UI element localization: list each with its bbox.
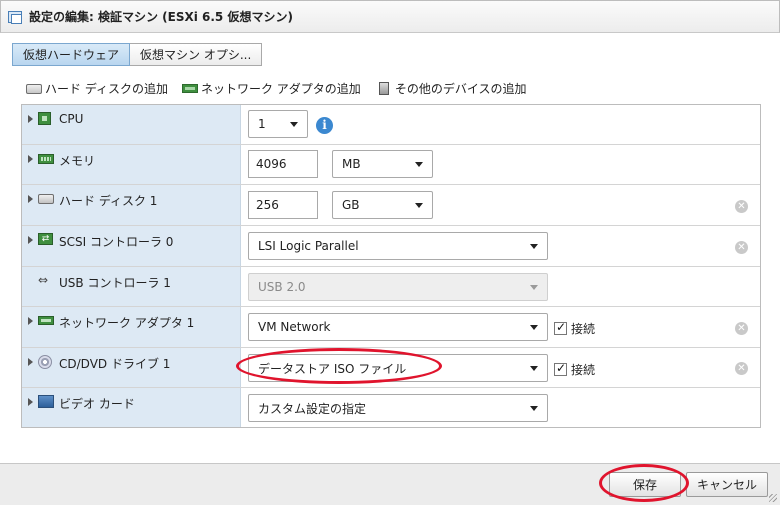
scsi-controller-icon [38, 233, 53, 245]
expand-arrow-icon[interactable] [28, 195, 33, 203]
checkbox-checked-icon [554, 320, 567, 335]
remove-device-icon[interactable]: ✕ [735, 362, 748, 375]
chevron-down-icon [530, 406, 538, 411]
cd-dvd-icon [38, 355, 52, 369]
memory-unit-select[interactable]: MB [332, 150, 433, 178]
hardware-list: CPU 1 i メモリ 4096 MB ハード ディスク 1 256 GB ✕ … [21, 104, 761, 428]
expand-arrow-icon[interactable] [28, 236, 33, 244]
add-other-device-label: その他のデバイスの追加 [394, 82, 527, 96]
disk-unit-value: GB [342, 198, 360, 212]
chevron-down-icon [290, 122, 298, 127]
cancel-button[interactable]: キャンセル [686, 472, 768, 497]
usb-label: USB コントローラ 1 [59, 276, 171, 290]
video-card-icon [38, 395, 54, 408]
window-titlebar: 設定の編集: 検証マシン (ESXi 6.5 仮想マシン) [0, 0, 780, 33]
expand-arrow-icon[interactable] [28, 358, 33, 366]
nic-connect-label: 接続 [571, 322, 596, 336]
save-button[interactable]: 保存 [609, 472, 681, 497]
info-icon[interactable]: i [316, 117, 333, 134]
remove-device-icon[interactable]: ✕ [735, 241, 748, 254]
cpu-label: CPU [59, 112, 84, 126]
scsi-label: SCSI コントローラ 0 [59, 235, 174, 249]
scsi-type-value: LSI Logic Parallel [258, 239, 359, 253]
tab-virtual-hardware[interactable]: 仮想ハードウェア [12, 43, 131, 66]
expand-arrow-icon[interactable] [28, 115, 33, 123]
network-value: VM Network [258, 320, 331, 334]
nic-connect-checkbox[interactable]: 接続 [554, 320, 595, 337]
video-label: ビデオ カード [59, 397, 135, 411]
expand-arrow-icon[interactable] [28, 155, 33, 163]
chevron-down-icon [530, 366, 538, 371]
chevron-down-icon [415, 203, 423, 208]
usb-type-value: USB 2.0 [258, 280, 306, 294]
hard-disk-icon [38, 194, 54, 204]
cdrom-media-select[interactable]: データストア ISO ファイル [248, 354, 548, 382]
add-device-toolbar: ハード ディスクの追加 ネットワーク アダプタの追加 その他のデバイスの追加 [26, 80, 540, 97]
hard-disk-icon [26, 83, 42, 94]
checkbox-checked-icon [554, 361, 567, 376]
video-settings-value: カスタム設定の指定 [258, 401, 367, 416]
add-other-device-button[interactable]: その他のデバイスの追加 [375, 80, 527, 97]
cdrom-connect-label: 接続 [571, 363, 596, 377]
add-hard-disk-label: ハード ディスクの追加 [45, 82, 168, 96]
video-settings-select[interactable]: カスタム設定の指定 [248, 394, 548, 422]
resize-grip-icon[interactable] [769, 494, 777, 502]
cdrom-label: CD/DVD ドライブ 1 [59, 357, 171, 371]
network-adapter-icon [38, 316, 54, 325]
chevron-down-icon [415, 162, 423, 167]
disk-size-input[interactable]: 256 [248, 191, 318, 219]
hardware-row-network-adapter: ネットワーク アダプタ 1 VM Network 接続 ✕ [22, 307, 760, 348]
device-icon [378, 82, 389, 95]
hard-disk-label: ハード ディスク 1 [59, 194, 158, 208]
memory-size-input[interactable]: 4096 [248, 150, 318, 178]
hardware-row-memory: メモリ 4096 MB [22, 145, 760, 185]
memory-icon [38, 154, 54, 164]
expand-arrow-icon[interactable] [28, 398, 33, 406]
usb-icon: ⇔ [38, 273, 49, 287]
scsi-type-select[interactable]: LSI Logic Parallel [248, 232, 548, 260]
network-adapter-label: ネットワーク アダプタ 1 [59, 316, 195, 330]
add-network-adapter-button[interactable]: ネットワーク アダプタの追加 [181, 80, 361, 97]
tab-bar: 仮想ハードウェア 仮想マシン オプシ... [12, 43, 263, 66]
hardware-row-scsi: SCSI コントローラ 0 LSI Logic Parallel ✕ [22, 226, 760, 267]
window-title: 設定の編集: 検証マシン (ESXi 6.5 仮想マシン) [29, 10, 293, 24]
network-select[interactable]: VM Network [248, 313, 548, 341]
hardware-row-video: ビデオ カード カスタム設定の指定 [22, 388, 760, 427]
chevron-down-icon [530, 285, 538, 290]
chevron-down-icon [530, 244, 538, 249]
tab-vm-options[interactable]: 仮想マシン オプシ... [130, 43, 263, 66]
cpu-count-value: 1 [258, 117, 266, 131]
add-network-adapter-label: ネットワーク アダプタの追加 [200, 82, 361, 96]
vm-settings-icon [7, 10, 23, 24]
add-hard-disk-button[interactable]: ハード ディスクの追加 [26, 80, 168, 97]
hardware-row-cpu: CPU 1 i [22, 105, 760, 145]
memory-unit-value: MB [342, 157, 361, 171]
expand-arrow-icon[interactable] [28, 317, 33, 325]
cdrom-connect-checkbox[interactable]: 接続 [554, 361, 595, 378]
usb-type-select: USB 2.0 [248, 273, 548, 301]
cpu-count-select[interactable]: 1 [248, 110, 308, 138]
hardware-row-hard-disk: ハード ディスク 1 256 GB ✕ [22, 185, 760, 226]
hardware-row-cdrom: CD/DVD ドライブ 1 データストア ISO ファイル 接続 ✕ [22, 348, 760, 388]
network-adapter-icon [181, 84, 198, 93]
disk-unit-select[interactable]: GB [332, 191, 433, 219]
hardware-row-usb: ⇔ USB コントローラ 1 USB 2.0 [22, 267, 760, 307]
remove-device-icon[interactable]: ✕ [735, 200, 748, 213]
memory-label: メモリ [59, 154, 96, 168]
chevron-down-icon [530, 325, 538, 330]
cdrom-media-value: データストア ISO ファイル [258, 361, 407, 376]
remove-device-icon[interactable]: ✕ [735, 322, 748, 335]
cpu-icon [38, 112, 51, 125]
